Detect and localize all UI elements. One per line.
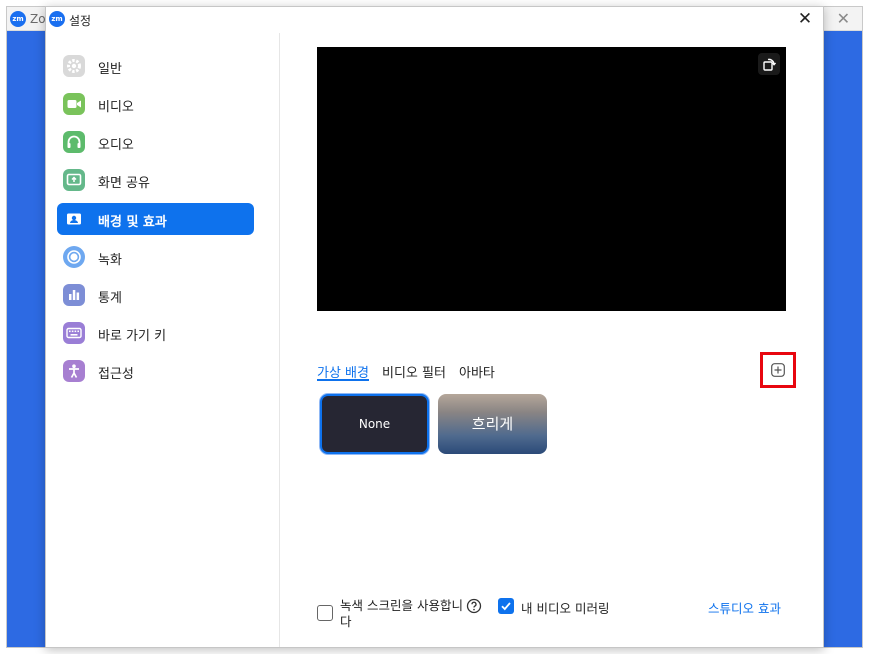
video-preview [317,47,786,311]
screen: zm Zo ✕ zm 설정 ✕ 일반 비디오 오디오 화면 공유 배경 및 효과… [0,0,869,654]
sidebar-item-label: 바로 가기 키 [98,329,167,344]
share-screen-icon [63,169,85,191]
portrait-icon [63,208,85,230]
sidebar-item-background-effects[interactable]: 배경 및 효과 [57,203,254,235]
record-icon [63,246,85,268]
sidebar-item-keyboard-shortcuts[interactable]: 바로 가기 키 [57,317,254,349]
settings-dialog: zm 설정 ✕ 일반 비디오 오디오 화면 공유 배경 및 효과 녹화 통계 바… [45,6,824,648]
background-option-label: None [358,417,391,431]
green-screen-label: 녹색 스크린을 사용합니다 [340,598,463,629]
sidebar-item-general[interactable]: 일반 [57,50,254,82]
accessibility-icon [63,360,85,382]
sidebar-item-label: 녹화 [98,253,122,268]
sidebar-item-accessibility[interactable]: 접근성 [57,355,254,387]
dialog-titlebar: zm 설정 ✕ [46,7,823,33]
tab-virtual-background[interactable]: 가상 배경 [317,362,369,381]
close-icon[interactable]: ✕ [795,9,815,29]
background-option-label: 흐리게 [471,415,514,433]
sidebar-item-statistics[interactable]: 통계 [57,279,254,311]
gear-icon [63,55,85,77]
sidebar-item-label: 비디오 [98,100,134,115]
sidebar-item-audio[interactable]: 오디오 [57,126,254,158]
background-option-none[interactable]: None [320,394,429,454]
keyboard-icon [63,322,85,344]
checkmark-icon [501,602,511,611]
rotate-camera-button[interactable] [758,53,780,75]
sidebar-item-share-screen[interactable]: 화면 공유 [57,164,254,196]
help-icon[interactable] [466,598,482,614]
rotate-icon [763,58,777,71]
studio-effects-link[interactable]: 스튜디오 효과 [708,598,781,617]
tab-avatars[interactable]: 아바타 [459,362,495,381]
sidebar-item-label: 오디오 [98,138,134,153]
statistics-icon [63,284,85,306]
mirror-video-checkbox[interactable] [498,598,514,614]
background-options-row: 녹색 스크린을 사용합니다 내 비디오 미러링 스튜디오 효과 [316,597,786,633]
video-camera-icon [63,93,85,115]
background-window-title: Zo [30,12,46,26]
mirror-video-label: 내 비디오 미러링 [521,601,610,616]
plus-icon [771,363,785,377]
sidebar-item-label: 통계 [98,291,122,306]
green-screen-checkbox[interactable] [317,605,333,621]
sidebar-item-recording[interactable]: 녹화 [57,241,254,273]
background-option-blur[interactable]: 흐리게 [438,394,547,454]
headphones-icon [63,131,85,153]
add-background-button[interactable] [760,352,796,388]
sidebar-item-label: 접근성 [98,367,134,382]
dialog-title: 설정 [69,14,92,28]
sidebar-item-label: 화면 공유 [98,176,150,191]
sidebar-item-label: 배경 및 효과 [98,215,167,230]
sidebar-item-label: 일반 [98,62,122,77]
sidebar-item-video[interactable]: 비디오 [57,88,254,120]
background-close-icon[interactable]: ✕ [837,9,850,28]
zoom-logo-icon: zm [10,11,26,27]
tab-video-filters[interactable]: 비디오 필터 [382,362,446,381]
settings-sidebar: 일반 비디오 오디오 화면 공유 배경 및 효과 녹화 통계 바로 가기 키 접… [46,33,280,647]
zoom-logo-icon: zm [49,11,65,27]
